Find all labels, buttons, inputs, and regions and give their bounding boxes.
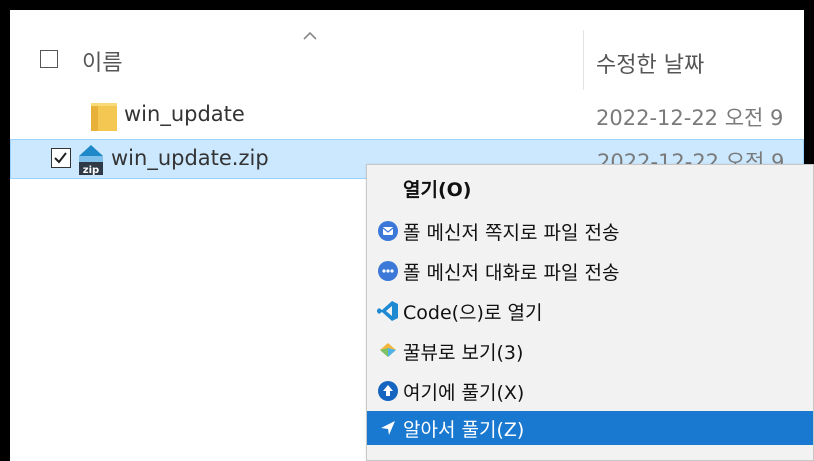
screenshot-border-left <box>0 0 10 461</box>
menu-item-open[interactable]: 열기(O) <box>367 171 813 205</box>
sort-ascending-icon <box>302 26 318 45</box>
menu-item-label: Code(으)로 열기 <box>403 302 543 324</box>
file-row[interactable]: win_update 2022-12-22 오전 9 <box>10 96 804 136</box>
menu-item-messenger-chat[interactable]: 폴 메신저 대화로 파일 전송 <box>367 254 813 288</box>
folder-icon <box>90 100 118 136</box>
column-header-date[interactable]: 수정한 날짜 <box>596 47 704 79</box>
menu-item-label: 열기(O) <box>403 179 472 201</box>
svg-text:zip: zip <box>83 165 99 176</box>
extract-here-icon <box>377 380 399 402</box>
vscode-icon <box>377 300 399 322</box>
menu-item-label: 여기에 풀기(X) <box>403 382 525 404</box>
screenshot-border-top <box>0 0 814 10</box>
column-header: 이름 수정한 날짜 <box>10 10 804 90</box>
column-header-name[interactable]: 이름 <box>82 45 122 77</box>
menu-item-extract-here[interactable]: 여기에 풀기(X) <box>367 374 813 408</box>
messenger-chat-icon <box>377 260 399 282</box>
select-all-checkbox[interactable] <box>40 50 58 68</box>
file-name: win_update.zip <box>111 146 269 170</box>
column-separator[interactable] <box>583 30 584 90</box>
menu-item-label: 꿀뷰로 보기(3) <box>403 342 524 364</box>
zip-archive-icon: zip <box>75 144 107 180</box>
context-menu: 열기(O) 폴 메신저 쪽지로 파일 전송 폴 메신저 대화로 파일 전송 Co… <box>366 164 814 461</box>
menu-item-honeyview[interactable]: 꿀뷰로 보기(3) <box>367 334 813 368</box>
honeyview-icon <box>377 340 399 362</box>
menu-item-open-with-code[interactable]: Code(으)로 열기 <box>367 294 813 328</box>
row-checkbox[interactable] <box>51 148 71 168</box>
file-date: 2022-12-22 오전 9 <box>596 106 784 130</box>
smart-extract-icon <box>377 417 399 439</box>
menu-item-messenger-note[interactable]: 폴 메신저 쪽지로 파일 전송 <box>367 214 813 248</box>
menu-item-label: 폴 메신저 쪽지로 파일 전송 <box>403 222 620 244</box>
menu-item-label: 알아서 풀기(Z) <box>403 419 525 441</box>
file-name: win_update <box>124 102 245 126</box>
menu-item-smart-extract[interactable]: 알아서 풀기(Z) <box>367 411 813 445</box>
messenger-note-icon <box>377 220 399 242</box>
menu-item-label: 폴 메신저 대화로 파일 전송 <box>403 262 620 284</box>
